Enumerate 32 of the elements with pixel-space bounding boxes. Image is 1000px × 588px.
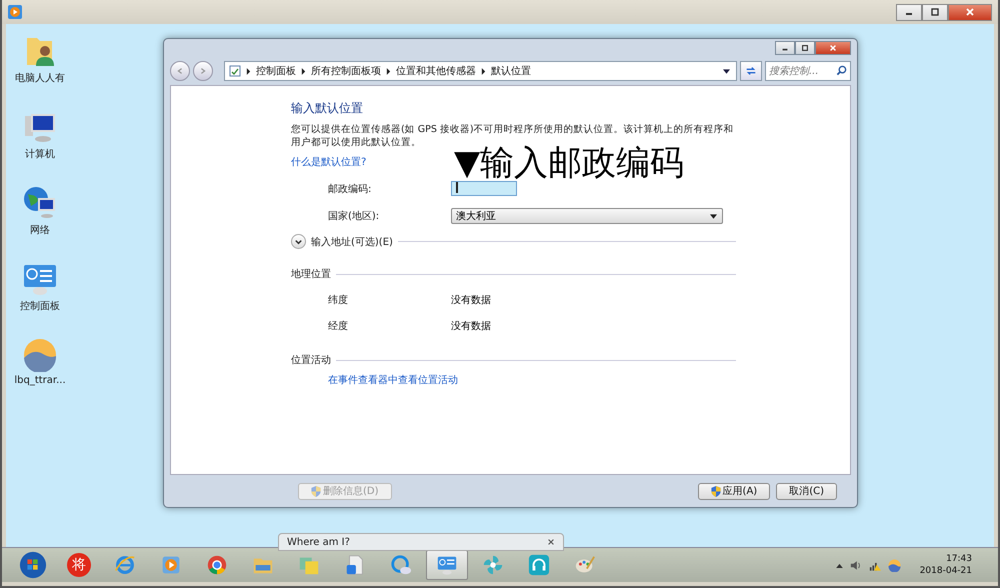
section-title: 地理位置 <box>291 268 331 281</box>
event-viewer-link[interactable]: 在事件查看器中查看位置活动 <box>328 373 458 387</box>
annotation-text: ▼输入邮政编码 <box>454 146 684 180</box>
desktop-icon-label: lbq_ttrar... <box>14 375 66 386</box>
breadcrumb-item[interactable]: 控制面板 <box>256 64 296 78</box>
clock-date: 2018-04-21 <box>920 565 972 577</box>
desktop-icon-label: 电脑人人有 <box>15 72 65 85</box>
field-label: 邮政编码: <box>328 182 372 196</box>
field-value: 没有数据 <box>451 294 491 307</box>
address-bar[interactable]: 控制面板 所有控制面板项 位置和其他传感器 默认位置 <box>224 61 737 81</box>
dialog-button[interactable]: 取消(C) <box>776 482 837 500</box>
desktop-icon-label: 控制面板 <box>20 300 60 313</box>
breadcrumb-item[interactable]: 位置和其他传感器 <box>396 64 476 78</box>
clock[interactable]: 17:43 2018-04-21 <box>920 553 972 577</box>
search-field[interactable]: 搜索控制... <box>765 61 851 81</box>
country-dropdown[interactable]: 澳大利亚 <box>451 208 723 224</box>
field-label: 纬度 <box>328 294 349 307</box>
field-label: 经度 <box>328 320 349 333</box>
breadcrumb-item[interactable]: 所有控制面板项 <box>311 64 381 78</box>
section-title: 位置活动 <box>291 354 331 367</box>
expander-label[interactable]: 输入地址(可选)(E) <box>311 234 393 248</box>
field-label: 国家(地区): <box>328 210 380 223</box>
help-link[interactable]: 什么是默认位置? <box>291 155 366 169</box>
field-value: 没有数据 <box>451 320 491 333</box>
taskbar-button[interactable]: 将 <box>58 550 100 580</box>
desktop-icon-label: 计算机 <box>25 148 55 161</box>
preview-title: Where am I? <box>287 536 350 548</box>
page-heading: 输入默认位置 <box>291 100 364 117</box>
clock-time: 17:43 <box>946 553 972 565</box>
dialog-button[interactable]: 应用(A) <box>698 482 770 500</box>
desktop-icon-label: 网络 <box>30 224 50 237</box>
breadcrumb-item[interactable]: 默认位置 <box>491 64 531 78</box>
